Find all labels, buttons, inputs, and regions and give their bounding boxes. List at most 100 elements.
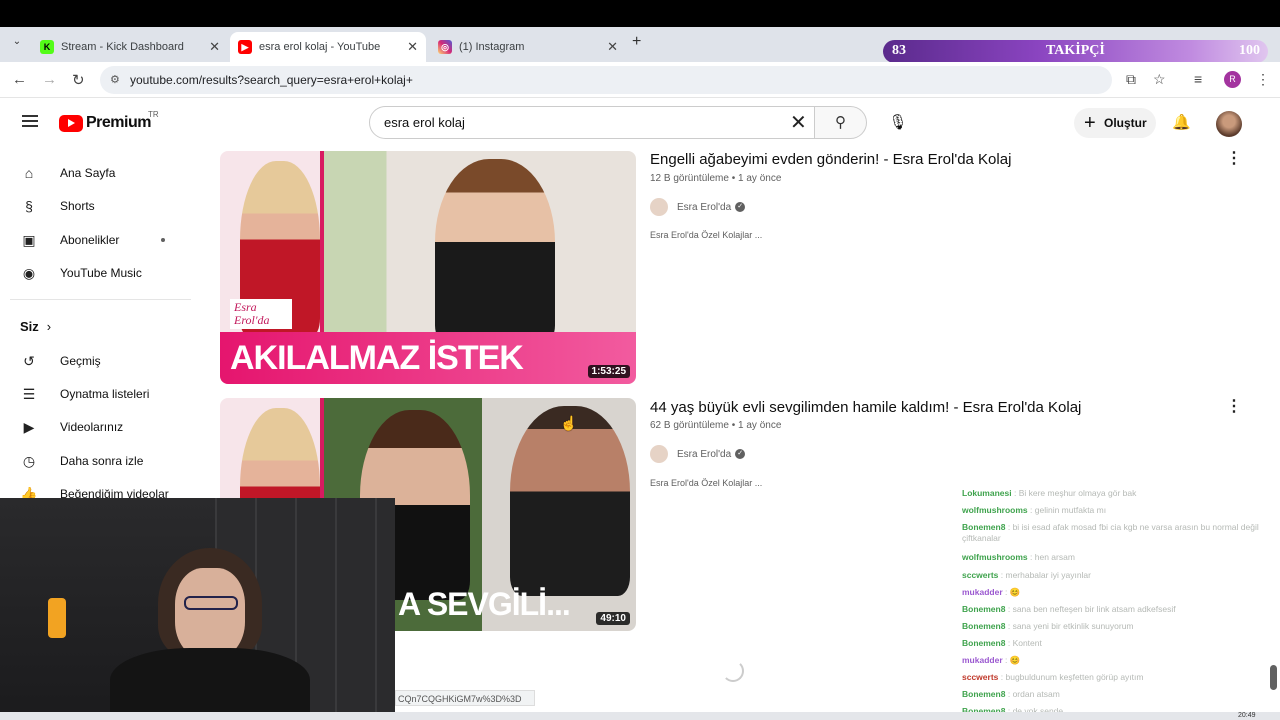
chat-message: Bonemen8 : bi isi esad afak mosad fbi ci… (962, 522, 1259, 543)
status-bar-url: CQn7CQGHKiGM7w%3D%3D (395, 690, 535, 706)
shorts-icon: § (25, 198, 33, 214)
channel-link[interactable]: Esra Erol'da ✓ (650, 445, 746, 463)
page-scrollbar[interactable] (1268, 100, 1280, 715)
tab-kick[interactable]: K Stream - Kick Dashboard ✕ (32, 32, 228, 62)
playlists-icon: ☰ (22, 385, 36, 402)
search-button[interactable]: ⚲ (815, 106, 867, 139)
video-meta: 62 B görüntüleme • 1 ay önce (650, 420, 782, 431)
tab-instagram[interactable]: ◎ (1) Instagram ✕ (430, 32, 626, 62)
chat-text: hen arsam (1034, 552, 1075, 562)
chat-user: sccwerts (962, 570, 999, 580)
sidebar-item-history[interactable]: ↺ Geçmiş (20, 349, 101, 373)
kick-icon: K (40, 40, 54, 54)
chat-user: Bonemen8 (962, 638, 1006, 648)
guest-photo (510, 406, 630, 596)
search-input[interactable]: esra erol kolaj (369, 106, 815, 139)
media-control-icon[interactable]: ≡ (1194, 71, 1202, 87)
sidebar-item-your-videos[interactable]: ▶ Videolarınız (20, 415, 124, 439)
verified-check-icon: ✓ (735, 449, 746, 459)
video-description: Esra Erol'da Özel Kolajlar ... (650, 230, 763, 240)
logo-text: Premium (86, 114, 151, 131)
youtube-header: Premium TR esra erol kolaj ✕ ⚲ 🎙 Oluştur… (0, 98, 1280, 148)
new-tab-button[interactable]: + (632, 33, 641, 51)
tab-youtube[interactable]: ▶ esra erol kolaj - YouTube ✕ (230, 32, 426, 62)
clear-search-icon[interactable]: ✕ (790, 110, 807, 135)
chat-user: mukadder (962, 587, 1003, 597)
follower-label: TAKİPÇİ (1046, 43, 1105, 58)
chat-user: sccwerts (962, 672, 999, 682)
more-options-icon[interactable]: ⋮ (1226, 396, 1242, 416)
video-duration: 49:10 (596, 612, 630, 625)
tab-label: Stream - Kick Dashboard (61, 41, 184, 53)
show-brand-logo: Esra Erol'da (230, 299, 292, 329)
chat-message: mukadder : 😊 (962, 587, 1021, 597)
forward-arrow-icon[interactable]: → (42, 71, 57, 88)
scrollbar-thumb[interactable] (1270, 665, 1277, 690)
video-thumbnail[interactable]: Esra Erol'da AKILALMAZ İSTEK 1:53:25 (220, 151, 636, 384)
verified-check-icon: ✓ (735, 202, 746, 212)
close-icon[interactable]: ✕ (407, 39, 418, 55)
tab-label: (1) Instagram (459, 41, 525, 53)
sidebar-item-music[interactable]: ◉ YouTube Music (20, 261, 142, 285)
sidebar-item-label: Videolarınız (60, 420, 124, 434)
streamer-glasses (184, 596, 238, 610)
upload-age: 1 ay önce (738, 173, 782, 184)
history-icon: ↺ (23, 352, 35, 369)
chat-text: bi isi esad afak mosad fbi cia kgb ne va… (962, 522, 1259, 543)
chat-text: Kontent (1012, 638, 1042, 648)
channel-avatar (650, 445, 668, 463)
back-arrow-icon[interactable]: ← (12, 71, 27, 88)
account-avatar[interactable] (1216, 111, 1242, 137)
chat-user: Bonemen8 (962, 621, 1006, 631)
chat-text: ordan atsam (1012, 689, 1060, 699)
taskbar (0, 712, 1280, 720)
youtube-icon: ▶ (238, 40, 252, 54)
view-count: 62 B görüntüleme (650, 420, 729, 431)
sidebar-item-watch-later[interactable]: ◷ Daha sonra izle (20, 449, 144, 473)
site-info-icon[interactable]: ⚙ (110, 66, 120, 94)
video-duration: 1:53:25 (587, 365, 630, 378)
video-title[interactable]: Engelli ağabeyimi evden gönderin! - Esra… (650, 151, 1011, 168)
chat-message: Bonemen8 : ordan atsam (962, 689, 1060, 699)
sidebar-you-header[interactable]: Siz › (20, 314, 51, 338)
search-icon: ⚲ (835, 114, 846, 131)
install-app-icon[interactable]: ⧉ (1126, 71, 1136, 88)
sidebar-item-shorts[interactable]: § Shorts (20, 194, 95, 218)
bookmark-star-icon[interactable]: ☆ (1153, 71, 1166, 88)
streamer-face (175, 568, 245, 658)
url-text: youtube.com/results?search_query=esra+er… (130, 73, 413, 87)
tab-search-chevron-icon[interactable]: ⌄ (8, 33, 26, 51)
chat-message: wolfmushrooms : hen arsam (962, 552, 1075, 562)
video-title[interactable]: 44 yaş büyük evli sevgilimden hamile kal… (650, 399, 1081, 416)
chat-user: Bonemen8 (962, 604, 1006, 614)
home-icon: ⌂ (24, 165, 34, 181)
upload-age: 1 ay önce (738, 420, 782, 431)
menu-dots-icon[interactable]: ⋮ (1256, 71, 1270, 88)
top-black-bar (0, 0, 1280, 27)
sidebar-item-subscriptions[interactable]: ▣ Abonelikler (20, 228, 119, 252)
sidebar-item-playlists[interactable]: ☰ Oynatma listeleri (20, 382, 150, 406)
voice-search-mic-icon[interactable]: 🎙 (880, 106, 916, 139)
youtube-logo[interactable]: Premium TR (59, 110, 159, 132)
more-options-icon[interactable]: ⋮ (1226, 148, 1242, 168)
follower-goal-overlay: 83 TAKİPÇİ 100 (883, 40, 1268, 63)
create-button[interactable]: Oluştur (1074, 108, 1156, 138)
subscriptions-icon: ▣ (22, 231, 36, 248)
sidebar-item-label: Oynatma listeleri (60, 387, 150, 401)
channel-link[interactable]: Esra Erol'da ✓ (650, 198, 746, 216)
sidebar-item-home[interactable]: ⌂ Ana Sayfa (20, 161, 116, 185)
url-field[interactable]: ⚙ youtube.com/results?search_query=esra+… (100, 66, 1112, 94)
profile-avatar[interactable]: R (1224, 71, 1241, 88)
chat-message: sccwerts : bugbuldunum keşfetten görüp a… (962, 672, 1144, 682)
your-videos-icon: ▶ (23, 418, 35, 435)
hamburger-menu-icon[interactable] (22, 115, 38, 127)
thumbnail-text: A SEVGİLİ... (398, 586, 571, 622)
close-icon[interactable]: ✕ (209, 39, 220, 55)
close-icon[interactable]: ✕ (607, 39, 618, 55)
reload-icon[interactable]: ↻ (72, 71, 85, 89)
instagram-icon: ◎ (438, 40, 452, 54)
guest-photo (435, 159, 555, 344)
notifications-bell-icon[interactable]: 🔔 (1172, 113, 1191, 131)
channel-name: Esra Erol'da (677, 201, 732, 213)
follower-current: 83 (892, 43, 906, 58)
